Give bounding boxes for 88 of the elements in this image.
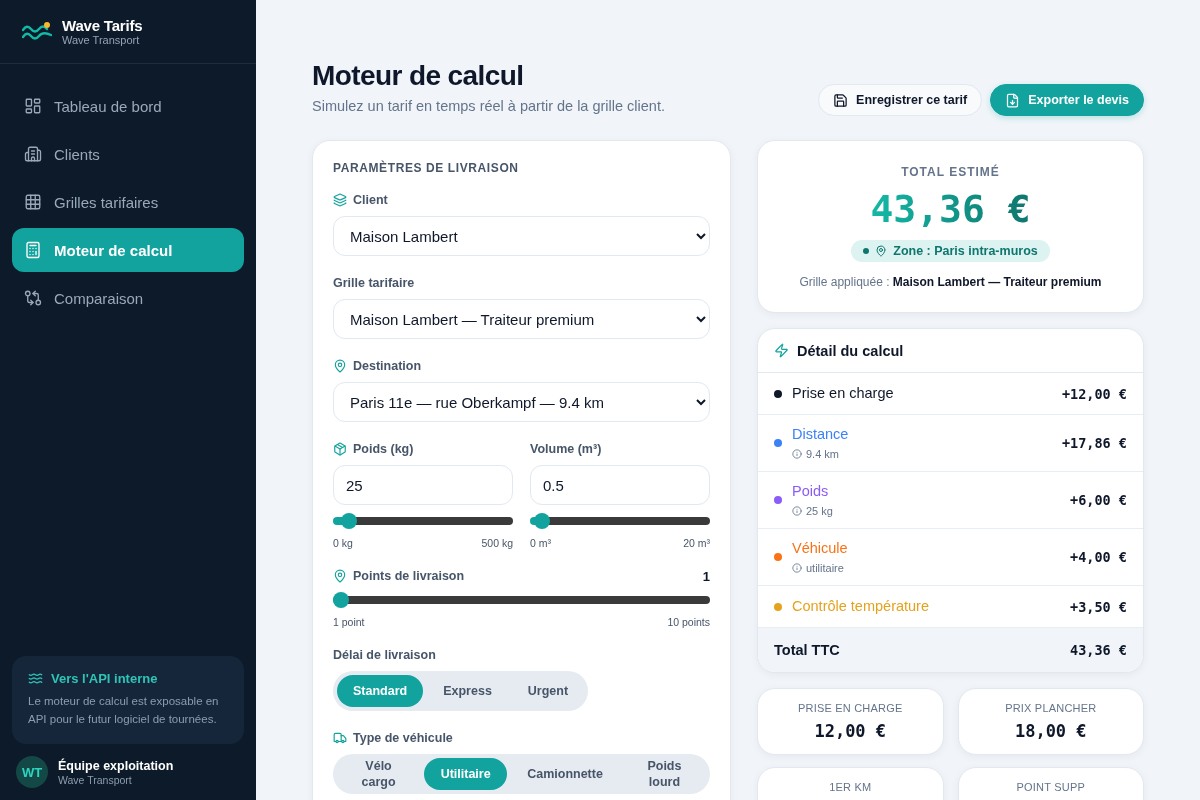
client-select[interactable]: Maison Lambert: [333, 216, 710, 256]
field-label: Client: [353, 193, 388, 207]
map-pin-icon: [875, 245, 888, 257]
line-item-detail: 9.4 km: [806, 447, 839, 461]
truck-icon: [333, 731, 347, 745]
stat-label: 1ER KM: [829, 780, 872, 794]
vehicle-option[interactable]: Poids lourd: [622, 758, 706, 790]
field-label: Destination: [353, 359, 422, 373]
info-icon: [792, 563, 802, 573]
info-icon: [792, 506, 802, 516]
stat-label: POINT SUPP: [1016, 780, 1085, 794]
line-item-label: Prise en charge: [792, 384, 894, 403]
range-min-label: 0 kg: [333, 537, 353, 549]
brand-subtitle: Wave Transport: [62, 33, 141, 47]
range-max-label: 10 points: [667, 616, 710, 628]
vehicle-option[interactable]: Camionnette: [511, 758, 619, 790]
total-label: Total TTC: [774, 642, 840, 658]
table-grid-icon: [24, 193, 42, 211]
waves-logo-icon: [22, 20, 52, 43]
status-dot-icon: [863, 248, 870, 254]
save-button[interactable]: Enregistrer ce tarif: [818, 84, 983, 116]
range-min-label: 1 point: [333, 616, 365, 628]
delay-option[interactable]: Express: [427, 675, 508, 707]
nav-item[interactable]: Grilles tarifaires: [12, 180, 244, 224]
user-name: Équipe exploitation: [58, 757, 174, 774]
delay-option[interactable]: Urgent: [511, 675, 585, 707]
building-icon: [24, 145, 42, 163]
page-subtitle: Simulez un tarif en temps réel à partir de la grille client.: [312, 98, 665, 114]
user-avatar: WT: [16, 756, 48, 788]
api-card-title: Vers l'API interne: [51, 671, 158, 686]
dashboard-tiles-icon: [24, 97, 42, 115]
line-item-label: Contrôle température: [792, 597, 929, 616]
range-max-label: 20 m³: [683, 537, 710, 549]
line-item-amount: +4,00 €: [1070, 549, 1127, 565]
slider-thumb[interactable]: [341, 513, 358, 529]
line-item-label: Véhicule: [792, 539, 848, 558]
line-item-detail: 25 kg: [806, 504, 833, 518]
slider-thumb[interactable]: [333, 592, 349, 608]
info-icon: [792, 449, 802, 459]
save-icon: [833, 92, 849, 108]
rate-grid-select[interactable]: Maison Lambert — Traiteur premium: [333, 299, 710, 339]
line-item-detail: utilitaire: [806, 561, 844, 575]
field-label: Volume (m³): [530, 442, 602, 456]
nav-item[interactable]: Comparaison: [12, 276, 244, 320]
total-heading: TOTAL ESTIMÉ: [901, 165, 1000, 179]
field-label: Délai de livraison: [333, 648, 436, 662]
range-max-label: 500 kg: [481, 537, 513, 549]
line-item-amount: +17,86 €: [1061, 435, 1127, 451]
line-item-label: Distance: [792, 425, 849, 444]
applied-grid-text: Grille appliquée : Maison Lambert — Traiteur premium: [799, 275, 1102, 289]
field-label: Poids (kg): [353, 442, 414, 456]
line-item-label: Poids: [792, 482, 830, 501]
brand-title: Wave Tarifs: [62, 16, 143, 34]
stat-value: 12,00 €: [814, 721, 887, 741]
waves-icon: [28, 671, 43, 686]
field-label: Points de livraison: [353, 569, 465, 583]
calculator-icon: [24, 241, 42, 259]
weight-input[interactable]: 25: [333, 465, 513, 505]
map-pin-icon: [333, 569, 347, 583]
stat-label: PRIX PLANCHER: [1005, 701, 1097, 715]
detail-title: Détail du calcul: [797, 342, 904, 359]
page-title: Moteur de calcul: [312, 59, 525, 93]
stat-label: PRISE EN CHARGE: [798, 701, 903, 715]
line-item-amount: +3,50 €: [1070, 598, 1127, 615]
section-title: PARAMÈTRES DE LIVRAISON: [333, 161, 520, 175]
line-item-amount: +6,00 €: [1070, 492, 1127, 508]
stat-value: 18,00 €: [1014, 721, 1087, 741]
user-organization: Wave Transport: [58, 773, 133, 787]
line-item-amount: +12,00 €: [1061, 385, 1127, 402]
nav-item[interactable]: Clients: [12, 132, 244, 176]
field-label: Type de véhicule: [353, 731, 453, 745]
layers-icon: [333, 193, 347, 207]
api-card-text: Le moteur de calcul est exposable en API pour le futur logiciel de tournées.: [28, 694, 220, 727]
total-row-amount: 43,36 €: [1070, 642, 1127, 658]
volume-input[interactable]: 0.5: [530, 465, 710, 505]
range-min-label: 0 m³: [530, 537, 551, 549]
package-icon: [333, 442, 347, 456]
vehicle-option[interactable]: Vélo cargo: [337, 758, 421, 790]
destination-select[interactable]: Paris 11e — rue Oberkampf — 9.4 km: [333, 382, 710, 422]
lightning-icon: [774, 343, 789, 358]
compare-arrows-icon: [24, 289, 42, 307]
field-label: Grille tarifaire: [333, 276, 415, 290]
points-value: 1: [702, 568, 710, 584]
zone-label: Zone : Paris intra-muros: [893, 244, 1038, 258]
map-pin-icon: [333, 359, 347, 373]
file-download-icon: [1005, 92, 1021, 108]
slider-thumb[interactable]: [534, 513, 551, 529]
nav-item[interactable]: Tableau de bord: [12, 84, 244, 128]
